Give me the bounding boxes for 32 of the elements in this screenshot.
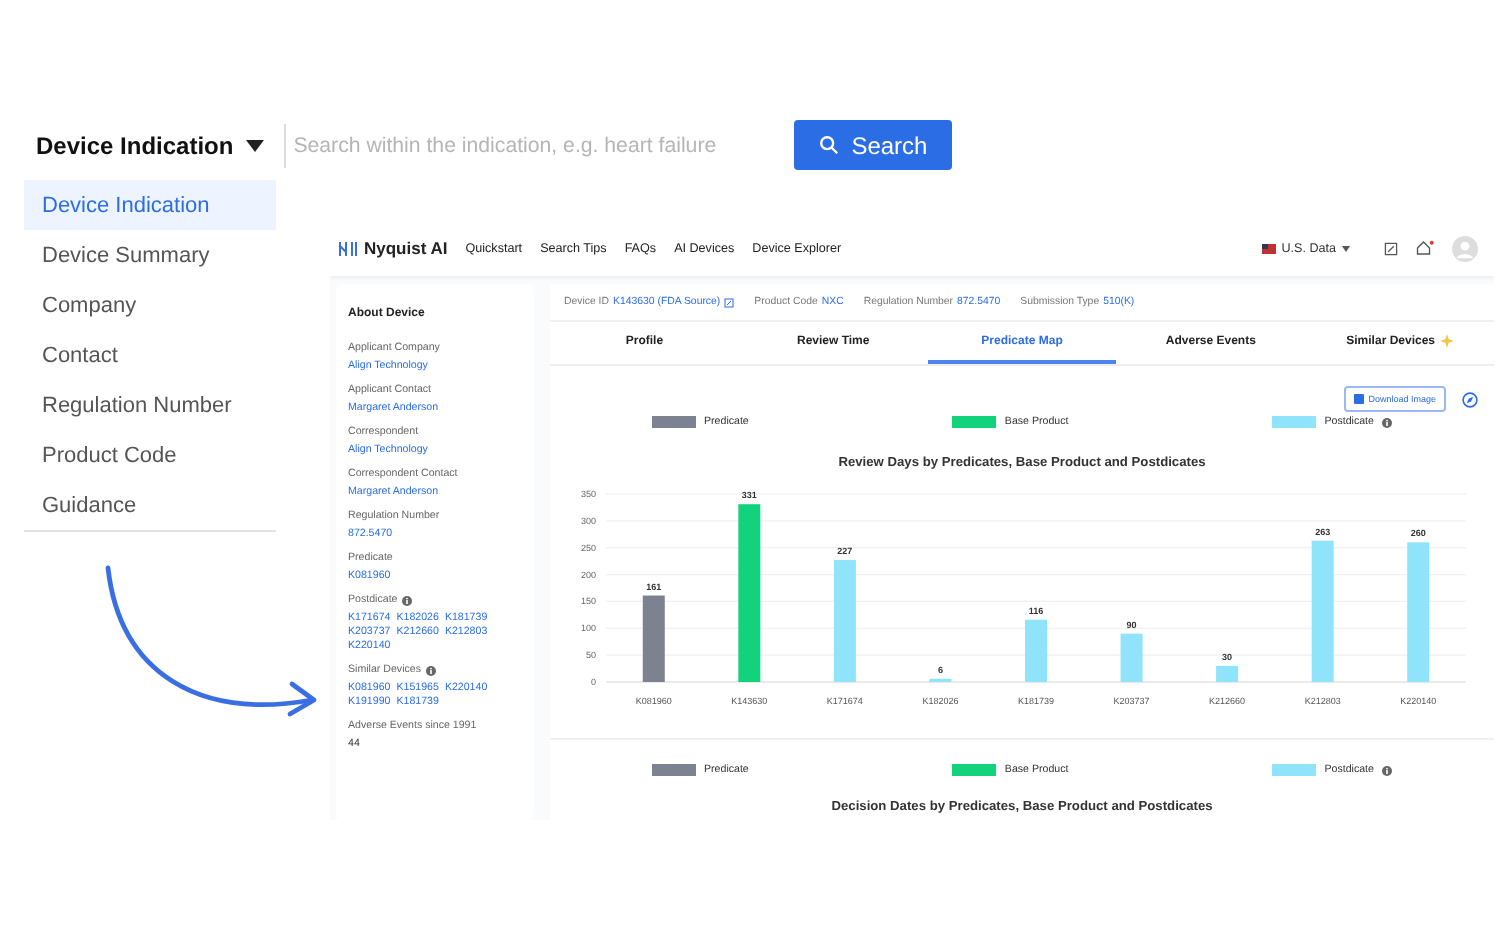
- sparkle-icon: [1439, 334, 1454, 348]
- info-icon: [401, 595, 412, 605]
- bar: [1025, 619, 1047, 682]
- bar: [1216, 665, 1239, 682]
- scope-dropdown[interactable]: Device Indication: [36, 131, 264, 159]
- menu-item[interactable]: Contact: [24, 330, 276, 380]
- caret-icon: [245, 139, 264, 151]
- menu-item[interactable]: Guidance: [24, 480, 276, 530]
- info-icon: [425, 665, 435, 675]
- info-icon: [1381, 417, 1392, 427]
- menu-item[interactable]: Product Code: [24, 430, 276, 480]
- edit-icon[interactable]: [1384, 241, 1398, 255]
- flag-icon: [1261, 243, 1276, 253]
- menu-item[interactable]: Regulation Number: [24, 380, 276, 430]
- bar: [642, 595, 665, 682]
- compass-icon[interactable]: [1462, 391, 1478, 407]
- info-icon: [1381, 765, 1392, 775]
- bar: [1120, 633, 1143, 682]
- bar: [1407, 542, 1430, 682]
- home-icon[interactable]: [1416, 240, 1434, 256]
- menu-item[interactable]: Device Summary: [24, 230, 276, 280]
- menu-item[interactable]: Device Indication: [24, 180, 276, 230]
- external-link-icon[interactable]: [724, 297, 735, 307]
- caret-icon: [1342, 245, 1350, 251]
- logo-icon: [338, 239, 358, 257]
- menu-item[interactable]: Company: [24, 280, 276, 330]
- bar: [833, 560, 856, 682]
- app-logo[interactable]: Nyquist AI: [338, 238, 448, 258]
- bar: [1311, 540, 1334, 682]
- search-icon: [817, 134, 840, 156]
- image-icon: [1354, 394, 1365, 404]
- search-button[interactable]: Search: [793, 120, 952, 170]
